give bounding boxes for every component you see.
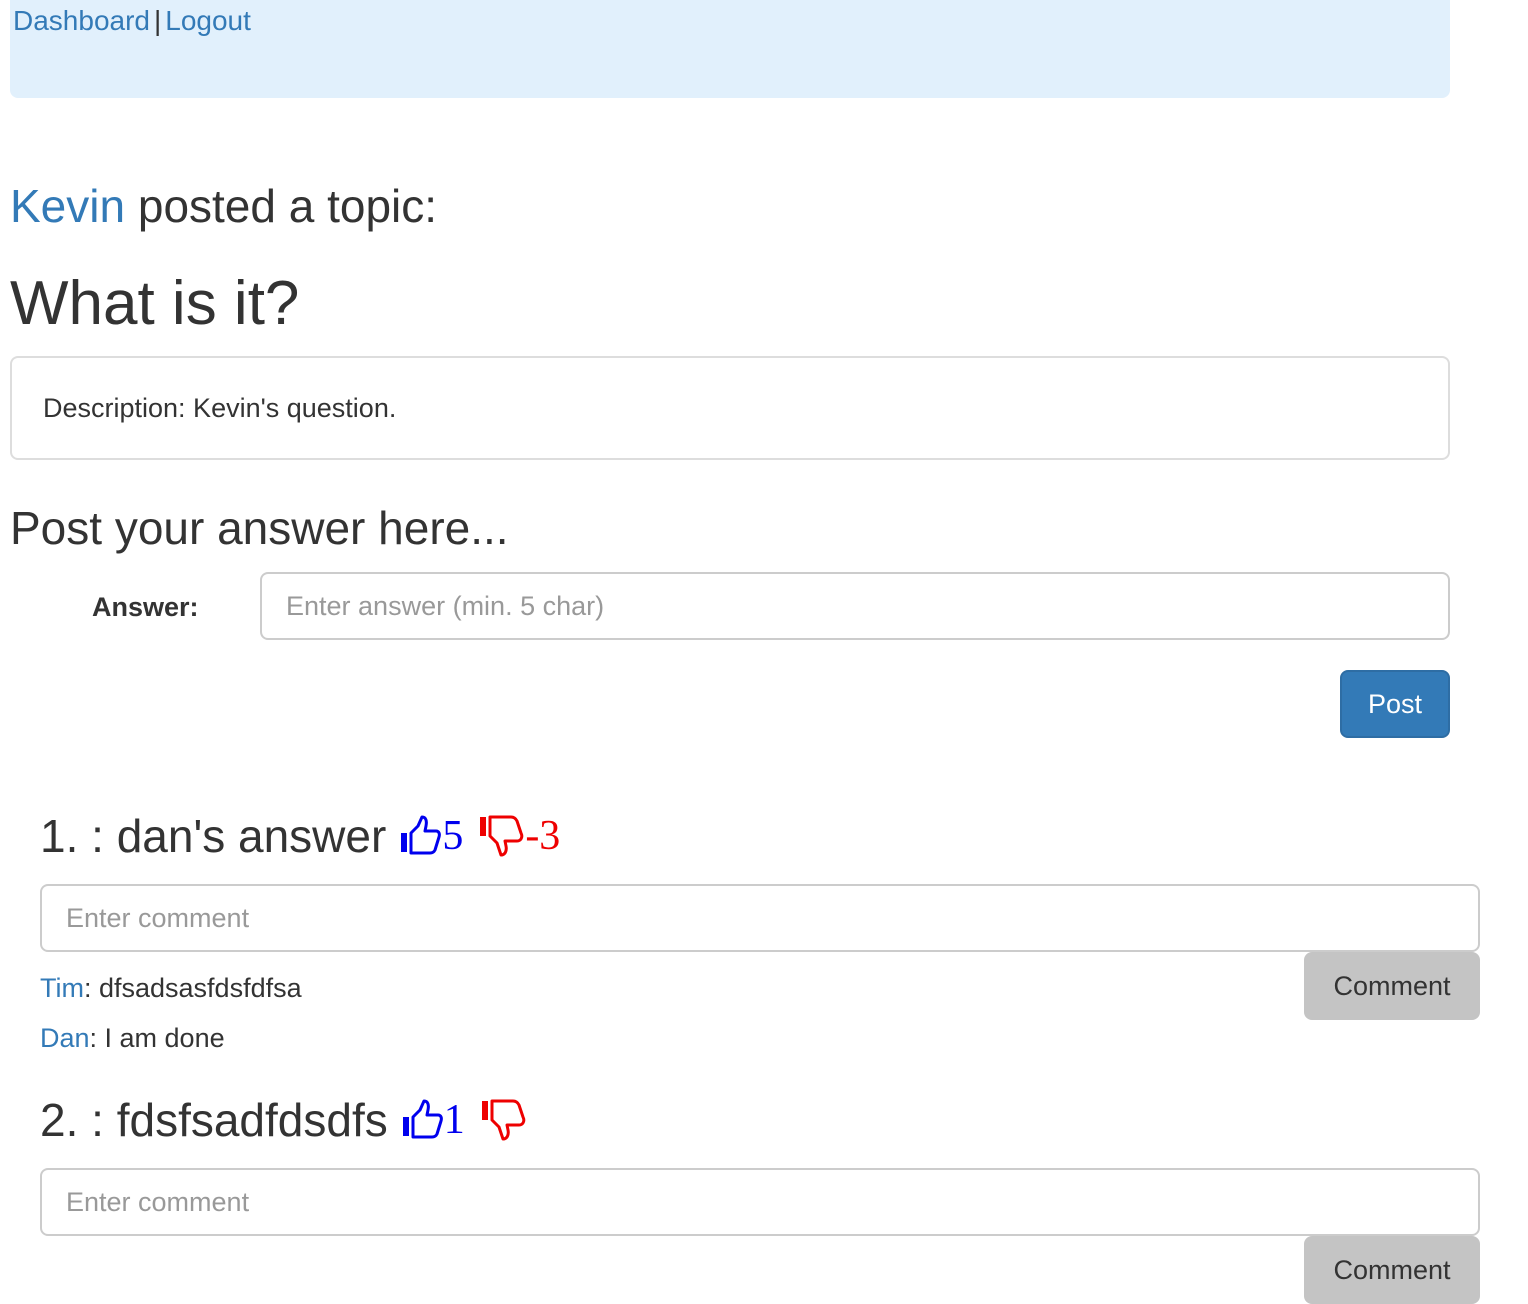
upvote-count: 5 [442, 813, 464, 859]
logout-link[interactable]: Logout [165, 5, 251, 36]
answer-title-text: 1. : dan's answer [40, 810, 387, 862]
comment-input[interactable] [40, 1168, 1480, 1236]
thumbs-up-icon [402, 1099, 443, 1139]
posted-text: posted a topic: [125, 180, 438, 232]
answer-title: 1. : dan's answer 5 -3 [40, 808, 560, 864]
upvote-button[interactable]: 1 [400, 1092, 465, 1148]
comment-item: Tim: dfsadsasfdsfdfsa [40, 971, 302, 1005]
page-title: What is it? [10, 269, 300, 338]
post-answer-button[interactable]: Post [1340, 670, 1450, 738]
comment-text: : dfsadsasfdsfdfsa [83, 973, 302, 1003]
upvote-count: 1 [443, 1097, 465, 1143]
thumbs-down-icon [481, 1099, 526, 1141]
topic-author-line: Kevin posted a topic: [10, 178, 437, 234]
comment-item: Dan: I am done [40, 1021, 225, 1055]
nav-separator: | [153, 5, 162, 36]
dashboard-link[interactable]: Dashboard [13, 5, 150, 36]
downvote-button[interactable]: -3 [477, 808, 560, 864]
comment-author-link[interactable]: Tim [40, 973, 84, 1003]
topic-author-link[interactable]: Kevin [10, 180, 125, 232]
comment-input[interactable] [40, 884, 1480, 952]
downvote-count: -3 [525, 813, 561, 859]
top-navbar: Dashboard | Logout [10, 0, 1450, 98]
answer-form-heading: Post your answer here... [10, 502, 509, 554]
answer-input[interactable] [260, 572, 1450, 640]
comment-button[interactable]: Comment [1304, 952, 1480, 1020]
answer-label: Answer: [92, 592, 199, 622]
comment-text: : I am done [89, 1023, 225, 1053]
upvote-button[interactable]: 5 [398, 808, 463, 864]
downvote-button[interactable] [479, 1097, 527, 1143]
comment-author-link[interactable]: Dan [40, 1023, 90, 1053]
answer-title: 2. : fdsfsadfdsdfs 1 [40, 1092, 527, 1148]
thumbs-up-icon [401, 815, 442, 855]
comment-button[interactable]: Comment [1304, 1236, 1480, 1304]
thumbs-down-icon [480, 815, 524, 857]
topic-description: Description: Kevin's question. [10, 356, 1450, 460]
answer-title-text: 2. : fdsfsadfdsdfs [40, 1094, 388, 1146]
